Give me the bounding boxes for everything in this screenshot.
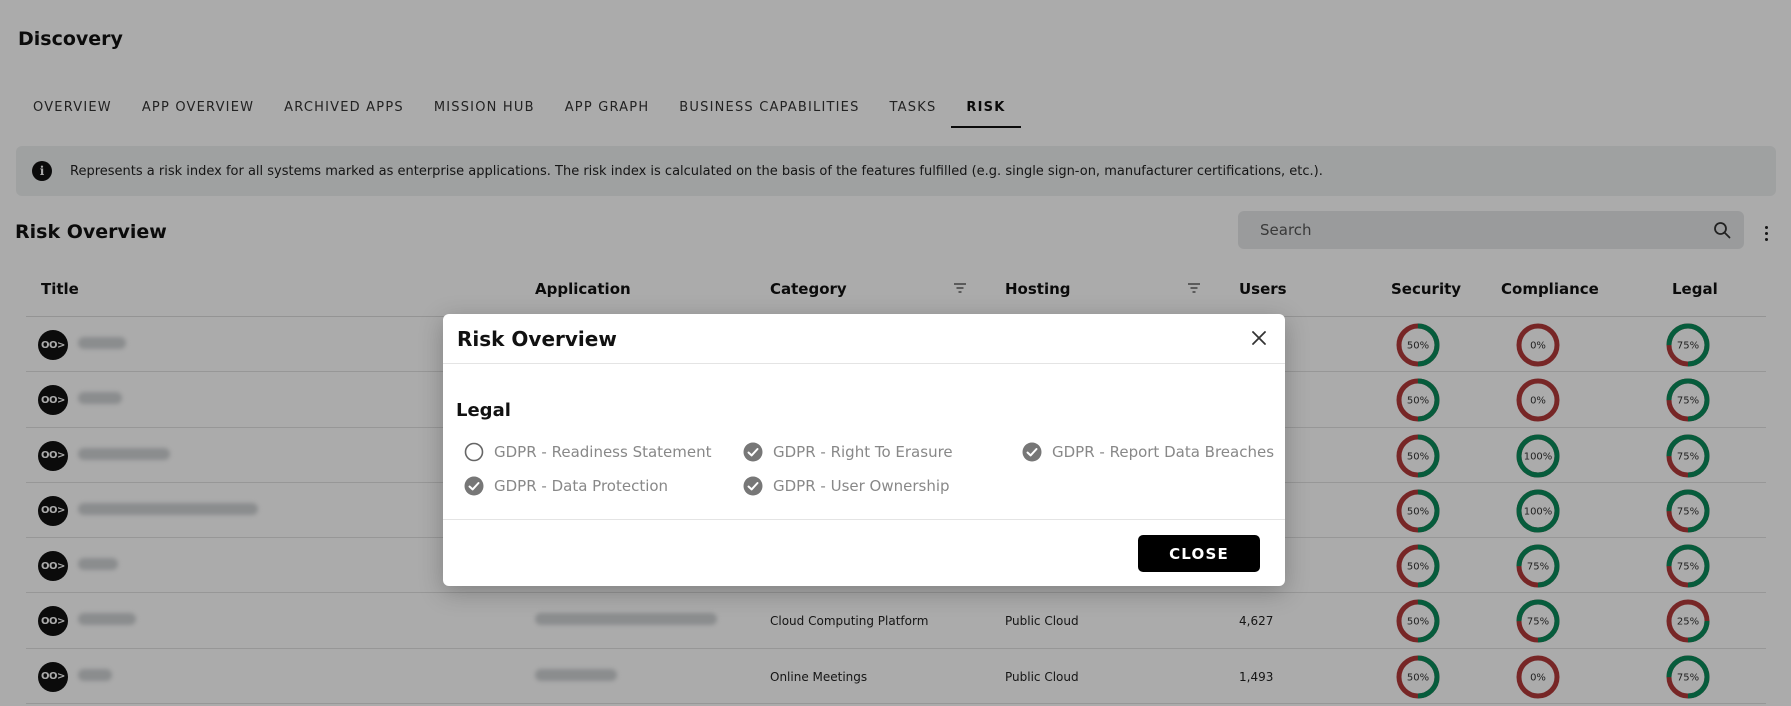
modal-section-title: Legal — [456, 400, 511, 421]
legal-item-label: GDPR - Data Protection — [494, 477, 669, 495]
close-icon[interactable] — [1247, 326, 1271, 350]
legal-item-label: GDPR - Readiness Statement — [494, 443, 712, 461]
legal-item[interactable]: GDPR - Data Protection — [464, 476, 668, 496]
legal-item[interactable]: GDPR - Readiness Statement — [464, 442, 712, 462]
unchecked-circle-icon[interactable] — [464, 442, 484, 462]
modal-title: Risk Overview — [457, 327, 617, 351]
legal-item[interactable]: GDPR - User Ownership — [743, 476, 950, 496]
legal-item-label: GDPR - User Ownership — [773, 477, 950, 495]
legal-item-label: GDPR - Report Data Breaches — [1052, 443, 1275, 461]
legal-item-label: GDPR - Right To Erasure — [773, 443, 953, 461]
risk-overview-modal: Risk Overview Legal GDPR - Readiness Sta… — [443, 314, 1285, 586]
legal-item[interactable]: GDPR - Report Data Breaches — [1022, 442, 1274, 462]
modal-header: Risk Overview — [443, 314, 1285, 364]
check-circle-icon[interactable] — [1022, 442, 1042, 462]
check-circle-icon[interactable] — [743, 442, 763, 462]
check-circle-icon[interactable] — [464, 476, 484, 496]
modal-footer-divider — [443, 519, 1285, 520]
close-button[interactable]: CLOSE — [1138, 535, 1260, 572]
legal-item[interactable]: GDPR - Right To Erasure — [743, 442, 953, 462]
check-circle-icon[interactable] — [743, 476, 763, 496]
